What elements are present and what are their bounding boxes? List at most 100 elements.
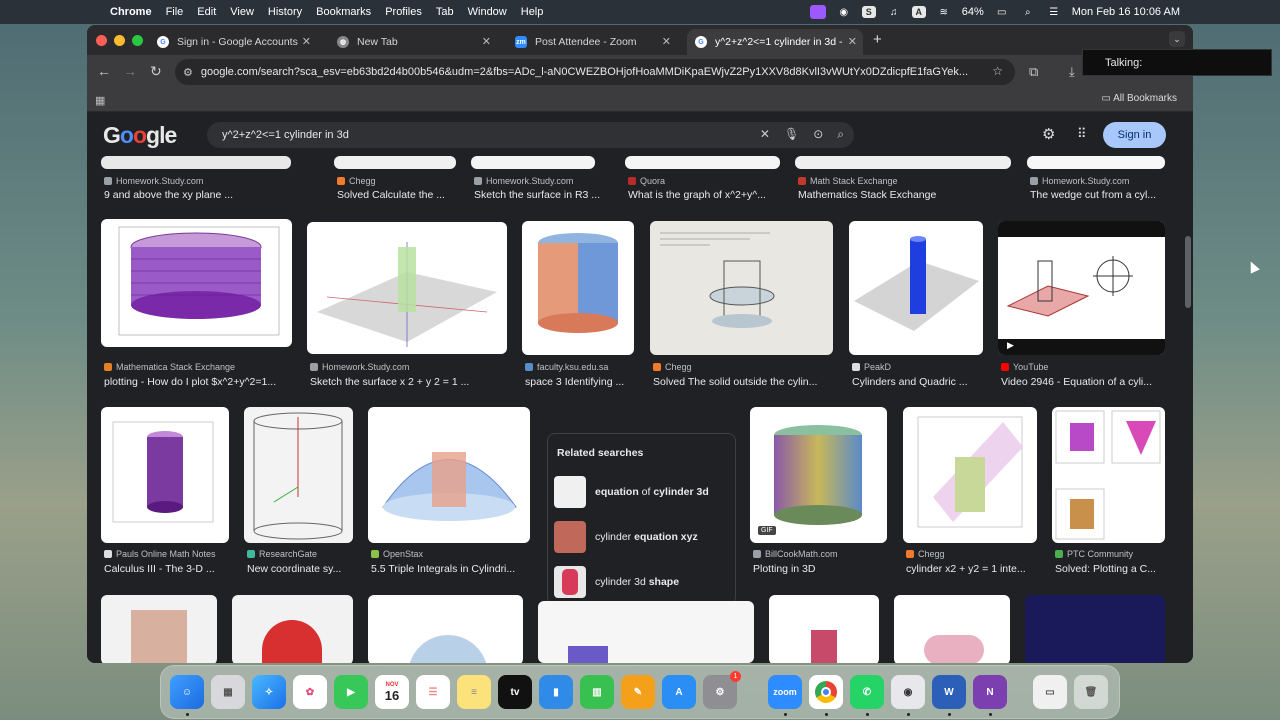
image-thumb[interactable] (538, 601, 754, 663)
apps-grid-icon[interactable]: ▦ (95, 94, 105, 107)
finder-icon[interactable]: ☺ (170, 675, 204, 709)
onenote-icon[interactable]: N (973, 675, 1007, 709)
facetime-icon[interactable]: ▶ (334, 675, 368, 709)
image-thumb[interactable] (101, 219, 292, 347)
image-thumb[interactable] (650, 221, 833, 355)
input-source-icon[interactable]: A (911, 6, 926, 18)
image-thumb[interactable] (849, 221, 983, 355)
trash-icon[interactable]: 🗑 (1074, 675, 1108, 709)
menu-history[interactable]: History (268, 6, 302, 18)
image-thumb[interactable]: GIF (750, 407, 887, 543)
google-logo[interactable]: Google (103, 122, 177, 149)
image-thumb[interactable] (1025, 595, 1165, 663)
zoom-window-button[interactable] (132, 35, 143, 46)
menu-file[interactable]: File (166, 6, 184, 18)
s-status-icon[interactable]: S (861, 6, 876, 18)
result-title[interactable]: Video 2946 - Equation of a cyli... (1001, 376, 1171, 388)
site-info-icon[interactable]: ⚙ (183, 66, 193, 79)
image-thumb[interactable] (232, 595, 353, 663)
result-source[interactable]: Pauls Online Math Notes (104, 549, 216, 559)
result-source[interactable]: OpenStax (371, 549, 423, 559)
related-search-item[interactable]: cylinder 3d shape (554, 564, 729, 600)
search-box[interactable]: y^2+z^2<=1 cylinder in 3d ✕ 🎙 ⊙ ⌕ (207, 122, 854, 148)
menubar-datetime[interactable]: Mon Feb 16 10:06 AM (1072, 6, 1180, 18)
menu-view[interactable]: View (230, 6, 254, 18)
image-thumb[interactable] (769, 595, 879, 663)
tab-current-search[interactable]: G y^2+z^2<=1 cylinder in 3d - ✕ (687, 29, 863, 55)
menu-help[interactable]: Help (521, 6, 544, 18)
notes-icon[interactable]: ≡ (457, 675, 491, 709)
result-title[interactable]: Mathematics Stack Exchange (798, 189, 1008, 201)
url-text[interactable]: google.com/search?sca_esv=eb63bd2d4b00b5… (201, 66, 979, 78)
cloud-app-icon[interactable]: ◉ (891, 675, 925, 709)
page-scrollbar[interactable] (1183, 156, 1193, 663)
search-icon[interactable]: ⌕ (837, 127, 844, 142)
pages-icon[interactable]: ✎ (621, 675, 655, 709)
result-title[interactable]: Solved: Plotting a C... (1055, 563, 1170, 575)
reload-icon[interactable]: ↻ (150, 63, 162, 80)
related-search-item[interactable]: cylinder equation xyz (554, 519, 729, 555)
play-icon[interactable]: ▶ (1007, 340, 1014, 351)
image-thumb[interactable] (101, 407, 229, 543)
result-title[interactable]: 5.5 Triple Integrals in Cylindri... (371, 563, 533, 575)
image-thumb[interactable] (101, 595, 217, 663)
clear-search-icon[interactable]: ✕ (760, 127, 770, 142)
result-source[interactable]: PeakD (852, 362, 891, 372)
result-source[interactable]: BillCookMath.com (753, 549, 838, 559)
result-source[interactable]: Math Stack Exchange (798, 176, 898, 186)
image-thumb[interactable] (903, 407, 1037, 543)
launchpad-icon[interactable]: ▦ (211, 675, 245, 709)
menu-app-name[interactable]: Chrome (110, 6, 152, 18)
image-thumb[interactable] (244, 407, 353, 543)
result-title[interactable]: space 3 Identifying ... (525, 376, 637, 388)
image-thumb[interactable] (1027, 156, 1165, 169)
menu-profiles[interactable]: Profiles (385, 6, 422, 18)
headphones-icon[interactable]: ♫ (886, 5, 902, 19)
image-thumb[interactable] (368, 595, 523, 663)
image-thumb[interactable] (1052, 407, 1165, 543)
result-title[interactable]: plotting - How do I plot $x^2+y^2=1... (104, 376, 294, 388)
result-source[interactable]: Chegg (337, 176, 376, 186)
numbers-icon[interactable]: ▥ (580, 675, 614, 709)
tab-google-accounts[interactable]: G Sign in - Google Accounts ✕ (157, 29, 317, 55)
lens-search-icon[interactable]: ⊙ (813, 127, 823, 142)
image-thumb[interactable] (307, 222, 507, 354)
download-icon[interactable]: ⤓ (1069, 64, 1075, 80)
result-source[interactable]: YouTube (1001, 362, 1048, 372)
search-query-text[interactable]: y^2+z^2<=1 cylinder in 3d (222, 129, 349, 141)
safari-icon[interactable]: ✧ (252, 675, 286, 709)
control-center-icon[interactable]: ☰ (1046, 5, 1062, 19)
image-thumb[interactable] (625, 156, 780, 169)
image-thumb[interactable]: ▶ (998, 221, 1165, 355)
bookmark-star-icon[interactable]: ☆ (992, 64, 1003, 78)
battery-icon[interactable]: ▭ (994, 5, 1010, 19)
result-source[interactable]: Chegg (653, 362, 692, 372)
result-title[interactable]: Sketch the surface in R3 ... (474, 189, 614, 201)
spotlight-icon[interactable]: ⌕ (1020, 5, 1036, 19)
close-tab-icon[interactable]: ✕ (482, 35, 491, 48)
result-title[interactable]: What is the graph of x^2+y^... (628, 189, 788, 201)
reminders-icon[interactable]: ☰ (416, 675, 450, 709)
close-tab-icon[interactable]: ✕ (848, 35, 857, 48)
word-icon[interactable]: W (932, 675, 966, 709)
keynote-icon[interactable]: ▮ (539, 675, 573, 709)
apple-tv-icon[interactable]: tv (498, 675, 532, 709)
address-bar[interactable]: ⚙ google.com/search?sca_esv=eb63bd2d4b00… (175, 59, 1015, 85)
page-scrollbar-thumb[interactable] (1185, 236, 1191, 308)
settings-gear-icon[interactable]: ⚙ (1042, 125, 1055, 143)
new-tab-button[interactable]: + (873, 31, 882, 48)
result-source[interactable]: Homework.Study.com (474, 176, 573, 186)
result-source[interactable]: PTC Community (1055, 549, 1133, 559)
image-thumb[interactable] (894, 595, 1010, 663)
photos-icon[interactable]: ✿ (293, 675, 327, 709)
result-title[interactable]: cylinder x2 + y2 = 1 inte... (906, 563, 1040, 575)
back-arrow-icon[interactable]: ← (97, 63, 111, 79)
forward-arrow-icon[interactable]: → (123, 63, 137, 79)
menu-bookmarks[interactable]: Bookmarks (316, 6, 371, 18)
whatsapp-icon[interactable]: ✆ (850, 675, 884, 709)
wifi-icon[interactable]: ≋ (936, 5, 952, 19)
image-thumb[interactable] (522, 221, 634, 355)
zoom-app-icon[interactable]: zoom (768, 675, 802, 709)
minimize-window-button[interactable] (114, 35, 125, 46)
close-window-button[interactable] (96, 35, 107, 46)
